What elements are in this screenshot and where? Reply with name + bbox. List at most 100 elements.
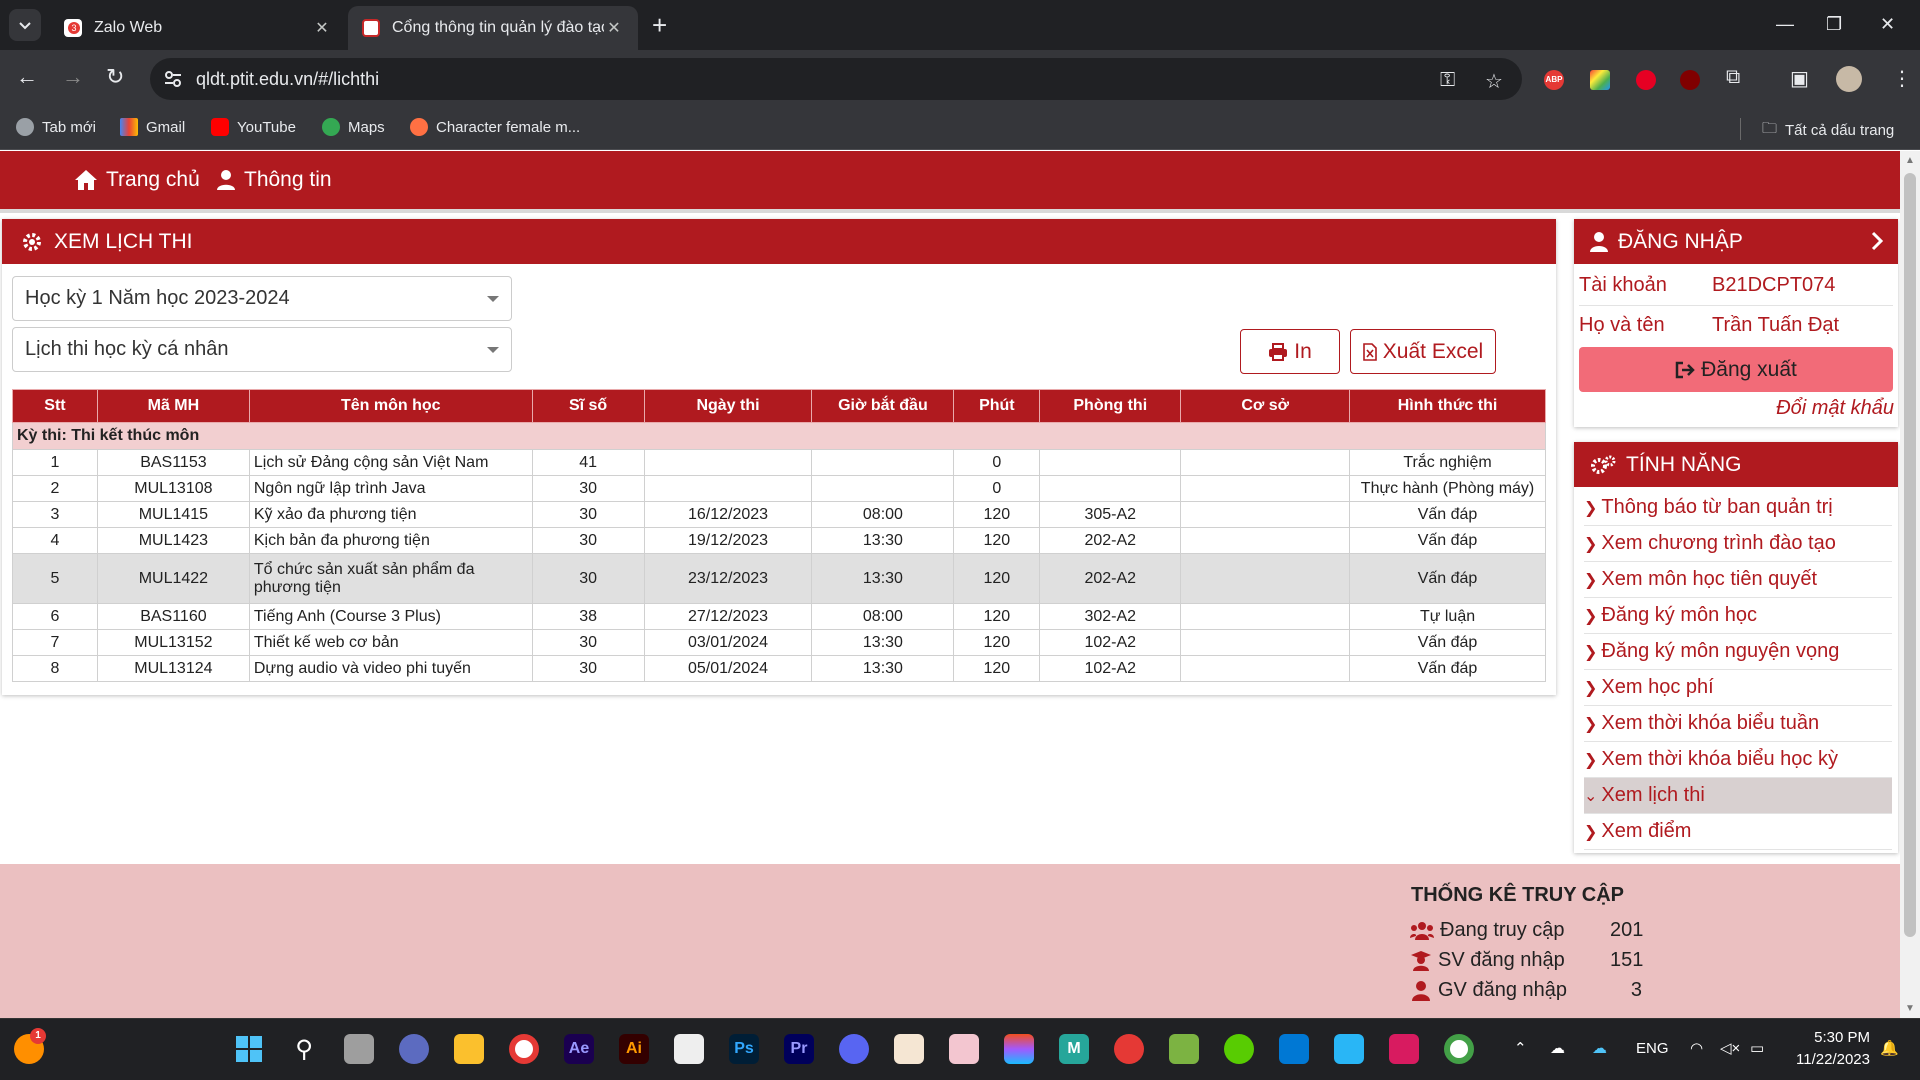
color-extension-icon[interactable]	[1590, 70, 1610, 90]
search-icon[interactable]: ⚲	[289, 1034, 319, 1064]
notification-bell-icon[interactable]: 🔔	[1880, 1039, 1899, 1057]
new-tab-icon[interactable]: +	[652, 12, 667, 38]
forward-icon[interactable]: →	[62, 66, 84, 88]
minimize-icon[interactable]: —	[1776, 14, 1794, 35]
table-cell	[643, 449, 813, 476]
wifi-icon[interactable]: ◠	[1690, 1039, 1703, 1057]
meet-icon[interactable]	[399, 1034, 429, 1064]
site-settings-icon[interactable]	[164, 70, 182, 88]
battery-icon[interactable]: ▭	[1750, 1039, 1764, 1057]
export-label: Xuất Excel	[1382, 339, 1484, 363]
after-effects-icon[interactable]: Ae	[564, 1034, 594, 1064]
pinterest-extension-icon[interactable]	[1636, 70, 1656, 90]
feature-item[interactable]: ❯ Đăng ký môn nguyện vọng	[1584, 634, 1892, 670]
feature-item[interactable]: ❯ Xem thời khóa biểu tuần	[1584, 706, 1892, 742]
volume-muted-icon[interactable]: ◁×	[1720, 1039, 1740, 1057]
onedrive-icon[interactable]: ☁	[1592, 1039, 1607, 1057]
adblock-extension-icon[interactable]: ABP	[1544, 70, 1564, 90]
page-scrollbar[interactable]: ▲ ▼	[1900, 151, 1920, 1018]
widgets-icon[interactable]: 1	[14, 1028, 46, 1064]
clock-date[interactable]: 11/22/2023	[1786, 1051, 1870, 1068]
semester-select[interactable]: Học kỳ 1 Năm học 2023-2024	[12, 276, 512, 321]
all-bookmarks[interactable]: 🗀 Tất cả dấu trang	[1762, 118, 1894, 143]
feature-item[interactable]: ❯ Xem môn học tiên quyết	[1584, 562, 1892, 598]
windows-start-icon[interactable]	[234, 1034, 264, 1064]
task-view-icon[interactable]	[344, 1034, 374, 1064]
cube-app-icon[interactable]	[1169, 1034, 1199, 1064]
feature-item[interactable]: ❯ Xem chương trình đào tạo	[1584, 526, 1892, 562]
bookmark-youtube[interactable]: YouTube	[211, 118, 296, 136]
w-app-icon[interactable]	[1389, 1034, 1419, 1064]
exam-group-row: Kỳ thi: Thi kết thúc môn	[12, 422, 1546, 450]
logout-button[interactable]: Đăng xuất	[1579, 347, 1893, 392]
nav-home[interactable]: Trang chủ	[74, 168, 200, 192]
chevron-right-icon[interactable]	[1870, 230, 1884, 252]
tab-qldt[interactable]: Cổng thông tin quản lý đào tạo ✕	[348, 6, 638, 50]
vscode-icon[interactable]	[1279, 1034, 1309, 1064]
table-cell: MUL1415	[96, 501, 250, 528]
illustrator-icon[interactable]: Ai	[619, 1034, 649, 1064]
file-explorer-icon[interactable]	[454, 1034, 484, 1064]
restore-icon[interactable]: ❐	[1826, 14, 1842, 35]
scroll-up-icon[interactable]: ▲	[1905, 155, 1915, 166]
bookmark-gmail[interactable]: Gmail	[120, 118, 185, 136]
stat-gv-value: 3	[1630, 979, 1642, 1001]
anime-app-icon[interactable]	[894, 1034, 924, 1064]
table-cell: 7	[12, 629, 98, 656]
nav-info[interactable]: Thông tin	[216, 168, 332, 192]
feature-item[interactable]: ❯ Thông báo từ ban quản trị	[1584, 490, 1892, 526]
feature-item[interactable]: ⌄ Xem lịch thi	[1584, 778, 1892, 814]
chevron-right-icon: ❯	[1584, 823, 1598, 841]
bookmark-star-icon[interactable]: ☆	[1485, 69, 1503, 94]
print-button[interactable]: In	[1240, 329, 1340, 374]
password-key-icon[interactable]: ⚿	[1440, 69, 1455, 92]
schedule-type-select[interactable]: Lịch thi học kỳ cá nhân	[12, 327, 512, 372]
tab-zalo[interactable]: 3 Zalo Web ✕	[50, 6, 346, 50]
feature-item[interactable]: ❯ Đăng ký môn học	[1584, 598, 1892, 634]
duolingo-icon[interactable]	[1224, 1034, 1254, 1064]
extensions-puzzle-icon[interactable]: ⧉	[1726, 66, 1740, 89]
tray-chevron-up-icon[interactable]: ⌃	[1514, 1039, 1527, 1057]
language-indicator[interactable]: ENG	[1636, 1040, 1669, 1057]
column-header: Cơ sở	[1180, 389, 1351, 423]
anime-app-2-icon[interactable]	[949, 1034, 979, 1064]
clock-time[interactable]: 5:30 PM	[1790, 1029, 1870, 1046]
side-panel-icon[interactable]: ▣	[1790, 66, 1809, 91]
bookmark-character[interactable]: Character female m...	[410, 118, 580, 136]
scrollbar-thumb[interactable]	[1904, 173, 1916, 937]
m-app-icon[interactable]: M	[1059, 1034, 1089, 1064]
export-excel-button[interactable]: Xuất Excel	[1350, 329, 1496, 374]
tab-search-button[interactable]	[9, 9, 41, 41]
s-app-icon[interactable]	[1114, 1034, 1144, 1064]
exam-schedule-panel: XEM LỊCH THI Học kỳ 1 Năm học 2023-2024 …	[2, 219, 1556, 695]
back-icon[interactable]: ←	[16, 66, 38, 88]
feature-item[interactable]: ❯ Xem thời khóa biểu học kỳ	[1584, 742, 1892, 778]
menu-kebab-icon[interactable]: ⋮	[1892, 66, 1912, 91]
login-panel-title: ĐĂNG NHẬP	[1618, 229, 1743, 253]
feature-item[interactable]: ❯ Xem học phí	[1584, 670, 1892, 706]
bookmark-tab-moi[interactable]: Tab mới	[16, 118, 96, 136]
bookmark-label: Gmail	[146, 118, 186, 136]
change-password-link[interactable]: Đổi mật khẩu	[1776, 397, 1894, 420]
profile-avatar[interactable]	[1836, 66, 1862, 92]
scroll-down-icon[interactable]: ▼	[1905, 1003, 1915, 1014]
premiere-icon[interactable]: Pr	[784, 1034, 814, 1064]
app-icon[interactable]	[674, 1034, 704, 1064]
chrome-icon[interactable]	[509, 1034, 539, 1064]
table-cell: Vấn đáp	[1349, 655, 1546, 682]
figma-icon[interactable]	[1004, 1034, 1034, 1064]
reload-icon[interactable]: ↻	[106, 66, 124, 88]
photoshop-icon[interactable]: Ps	[729, 1034, 759, 1064]
feature-item[interactable]: ❯ Xem điểm	[1584, 814, 1892, 850]
table-cell: 30	[531, 553, 645, 604]
address-bar[interactable]: qldt.ptit.edu.vn/#/lichthi ⚿ ☆	[150, 58, 1522, 100]
close-tab-icon[interactable]: ✕	[312, 18, 332, 38]
bookmark-maps[interactable]: Maps	[322, 118, 385, 136]
close-tab-icon[interactable]: ✕	[604, 18, 624, 38]
chrome-2-icon[interactable]	[1444, 1034, 1474, 1064]
cloud-icon[interactable]: ☁	[1550, 1039, 1565, 1057]
ublock-extension-icon[interactable]	[1680, 70, 1700, 90]
discord-icon[interactable]	[839, 1034, 869, 1064]
notepad-icon[interactable]	[1334, 1034, 1364, 1064]
close-window-icon[interactable]: ✕	[1880, 14, 1895, 35]
